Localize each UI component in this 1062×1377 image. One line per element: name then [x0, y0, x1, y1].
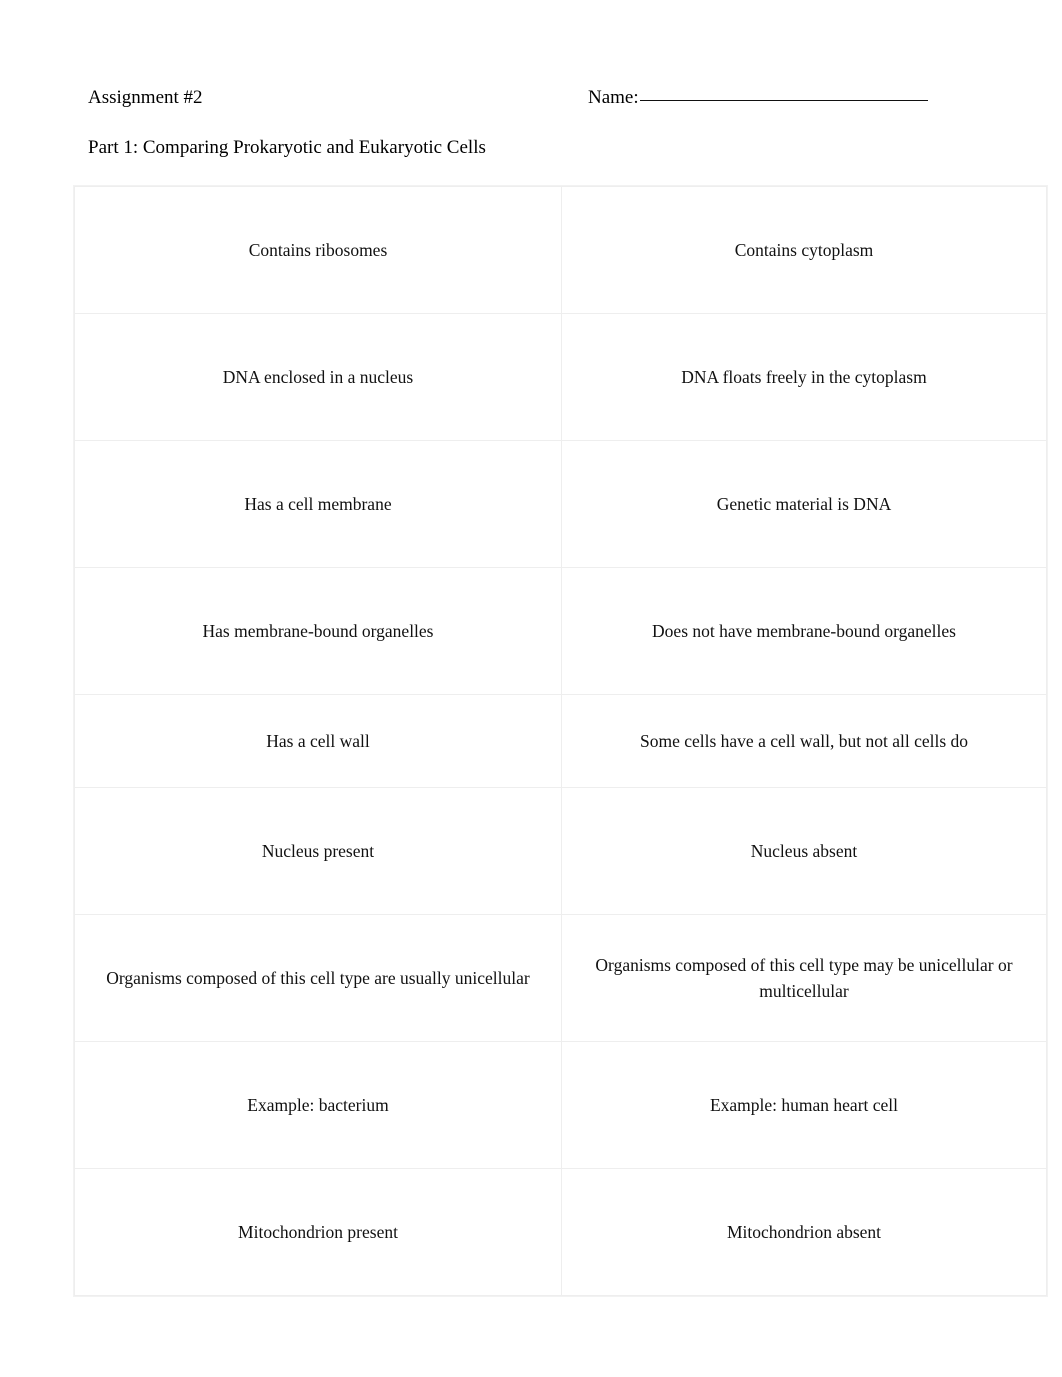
card-text: Contains ribosomes [248, 240, 388, 260]
card-cell-right[interactable]: Genetic material is DNA [561, 440, 1047, 568]
document-page: Assignment #2 Name: Part 1: Comparing Pr… [0, 0, 1062, 1377]
card-text: Some cells have a cell wall, but not all… [639, 731, 969, 751]
card-cell-right[interactable]: Mitochondrion absent [561, 1168, 1047, 1296]
card-cell-left[interactable]: Example: bacterium [74, 1041, 562, 1169]
table-row: Mitochondrion present Mitochondrion abse… [74, 1168, 1047, 1296]
card-cell-left[interactable]: Has membrane-bound organelles [74, 567, 562, 695]
card-cell-right[interactable]: Organisms composed of this cell type may… [561, 914, 1047, 1042]
name-write-in-line[interactable] [639, 100, 928, 101]
card-cell-right[interactable]: DNA floats freely in the cytoplasm [561, 313, 1047, 441]
card-cell-left[interactable]: Nucleus present [74, 787, 562, 915]
card-text: Does not have membrane-bound organelles [652, 621, 956, 641]
card-text: Contains cytoplasm [734, 240, 874, 260]
table-row: Has a cell wall Some cells have a cell w… [74, 694, 1047, 788]
card-cell-left[interactable]: Has a cell membrane [74, 440, 562, 568]
card-text: Example: human heart cell [709, 1095, 899, 1115]
card-text: Has a cell wall [266, 731, 370, 751]
table-row: Example: bacterium Example: human heart … [74, 1041, 1047, 1169]
card-text: Organisms composed of this cell type may… [595, 955, 1013, 1001]
card-cell-left[interactable]: DNA enclosed in a nucleus [74, 313, 562, 441]
table-row: Organisms composed of this cell type are… [74, 914, 1047, 1042]
card-cell-right[interactable]: Contains cytoplasm [561, 186, 1047, 314]
card-cell-left[interactable]: Mitochondrion present [74, 1168, 562, 1296]
name-field-group: Name: [588, 86, 928, 110]
comparison-cards-table: Contains ribosomes Contains cytoplasm DN… [74, 186, 1047, 1296]
card-text: Genetic material is DNA [716, 494, 892, 514]
card-cell-left[interactable]: Has a cell wall [74, 694, 562, 788]
card-text: DNA floats freely in the cytoplasm [681, 367, 927, 387]
table-row: Contains ribosomes Contains cytoplasm [74, 186, 1047, 314]
card-text: Mitochondrion present [238, 1222, 398, 1242]
card-text: Nucleus absent [750, 841, 858, 861]
part-heading: Part 1: Comparing Prokaryotic and Eukary… [88, 137, 486, 158]
card-text: Nucleus present [261, 841, 375, 861]
table-row: Has a cell membrane Genetic material is … [74, 440, 1047, 568]
document-header: Assignment #2 Name: [88, 86, 928, 112]
card-cell-left[interactable]: Contains ribosomes [74, 186, 562, 314]
name-label: Name: [588, 87, 639, 108]
card-text: Example: bacterium [247, 1095, 389, 1115]
table-row: Has membrane-bound organelles Does not h… [74, 567, 1047, 695]
card-cell-left[interactable]: Organisms composed of this cell type are… [74, 914, 562, 1042]
card-text: Mitochondrion absent [726, 1222, 882, 1242]
card-text: Organisms composed of this cell type are… [106, 968, 530, 988]
card-text: DNA enclosed in a nucleus [222, 367, 414, 387]
assignment-title: Assignment #2 [88, 87, 203, 108]
card-text: Has membrane-bound organelles [202, 621, 434, 641]
table-row: DNA enclosed in a nucleus DNA floats fre… [74, 313, 1047, 441]
card-cell-right[interactable]: Some cells have a cell wall, but not all… [561, 694, 1047, 788]
card-cell-right[interactable]: Example: human heart cell [561, 1041, 1047, 1169]
card-cell-right[interactable]: Nucleus absent [561, 787, 1047, 915]
table-row: Nucleus present Nucleus absent [74, 787, 1047, 915]
card-cell-right[interactable]: Does not have membrane-bound organelles [561, 567, 1047, 695]
comparison-cards-body: Contains ribosomes Contains cytoplasm DN… [74, 186, 1047, 1296]
card-text: Has a cell membrane [244, 494, 392, 514]
